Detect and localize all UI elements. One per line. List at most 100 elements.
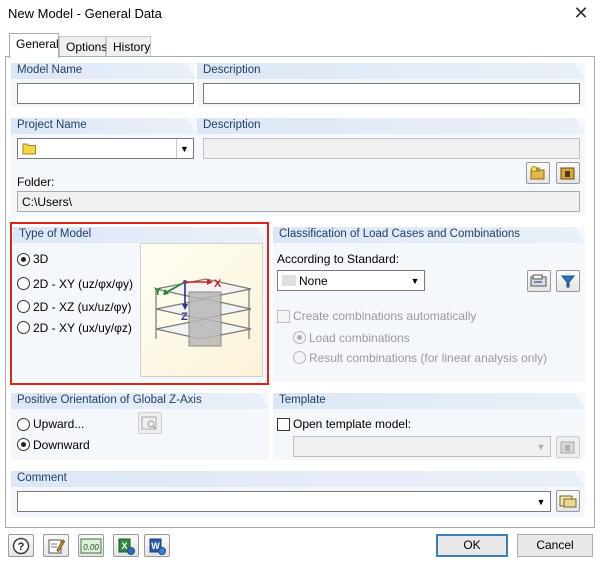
cancel-button[interactable]: Cancel [517,534,593,557]
filter-icon [560,275,576,288]
tab-general-label: General [16,37,59,51]
comment-browse-button[interactable] [556,490,580,512]
radio-2d-xy-ux-label: 2D - XY (ux/uy/φz) [33,321,132,335]
tab-history-label: History [113,40,151,54]
standard-settings-button[interactable] [527,270,551,292]
orientation-label: Positive Orientation of Global Z-Axis [17,394,202,406]
magnifier-icon [141,416,157,430]
create-combinations-checkbox[interactable] [277,310,290,323]
radio-2d-xy-uz-label: 2D - XY (uz/φx/φy) [33,277,134,291]
folder-path-value: C:\Users\ [22,195,73,209]
open-template-checkbox[interactable] [277,418,290,431]
radio-2d-xy-uz[interactable] [17,277,30,290]
window-title: New Model - General Data [8,6,162,21]
comment-label: Comment [17,472,67,484]
load-combinations-label: Load combinations [309,331,410,345]
excel-icon: X [118,538,135,555]
open-template-label: Open template model: [293,417,412,431]
standard-label: According to Standard: [277,252,400,266]
description-input[interactable] [203,83,580,104]
ok-label: OK [463,538,481,552]
svg-text:?: ? [18,541,25,553]
structure-3d-icon: X Y Z [154,278,252,347]
comment-browse-icon [559,495,577,508]
template-model-dropdown: ▼ [293,436,551,457]
help-icon: ? [12,537,30,554]
standard-flag-icon [282,275,296,286]
type-of-model-label: Type of Model [19,228,92,240]
axis-x-label: X [214,278,222,290]
folder-icon [22,143,36,155]
model-name-label: Model Name [17,64,83,76]
word-icon: W [149,538,166,555]
edit-button[interactable] [43,534,69,557]
result-combinations-label: Result combinations (for linear analysis… [309,351,548,365]
standard-settings-icon [530,274,547,287]
downward-label: Downward [33,438,90,452]
chevron-down-icon: ▼ [536,441,546,452]
radio-result-combinations[interactable] [293,351,306,364]
model-name-header: Model Name [11,63,196,79]
word-export-button[interactable]: W [144,534,170,557]
description-label: Description [203,64,261,76]
classification-label: Classification of Load Cases and Combina… [279,228,520,240]
radio-downward[interactable] [17,438,30,451]
orientation-details-button[interactable] [138,412,162,434]
tab-history[interactable]: History [106,36,151,57]
units-text: 0.00 [83,543,99,552]
filter-button[interactable] [556,270,580,292]
new-project-icon [530,166,545,180]
pencil-icon [48,538,65,553]
axis-y-label: Y [154,286,162,298]
project-name-dropdown[interactable]: ▼ [17,138,194,159]
folder-label: Folder: [17,175,55,189]
upward-label: Upward... [33,417,85,431]
template-browse-button [556,436,580,458]
folder-path-field: C:\Users\ [17,191,580,212]
classification-header: Classification of Load Cases and Combina… [273,227,585,243]
new-project-button[interactable] [526,162,550,184]
tab-options[interactable]: Options [59,36,108,57]
radio-2d-xy-ux[interactable] [17,321,30,334]
description-header: Description [197,63,585,79]
radio-2d-xz[interactable] [17,300,30,313]
chevron-down-icon[interactable]: ▼ [533,492,549,511]
radio-upward[interactable] [17,418,30,431]
units-icon: 0.00 [80,538,102,553]
project-name-label: Project Name [17,119,87,131]
standard-dropdown[interactable]: None ▼ [277,270,425,291]
model-name-input[interactable] [17,83,194,104]
create-combinations-label: Create combinations automatically [293,309,477,323]
orientation-header: Positive Orientation of Global Z-Axis [11,393,269,409]
template-label: Template [279,394,326,406]
tab-options-label: Options [66,40,108,54]
type-of-model-header: Type of Model [13,227,266,243]
radio-2d-xz-label: 2D - XZ (ux/uz/φy) [33,300,132,314]
project-name-header: Project Name [11,118,196,134]
cancel-label: Cancel [536,538,574,552]
project-description-header: Description [197,118,585,134]
tab-general[interactable]: General [9,33,59,58]
project-description-input [203,138,580,159]
chevron-down-icon[interactable]: ▼ [407,271,423,290]
manage-projects-icon [560,167,575,180]
radio-3d-label: 3D [33,252,49,266]
project-description-label: Description [203,119,261,131]
comment-dropdown[interactable]: ▼ [17,491,551,512]
radio-load-combinations[interactable] [293,331,306,344]
standard-value: None [299,274,328,288]
template-header: Template [273,393,585,409]
manage-projects-button[interactable] [556,162,580,184]
help-button[interactable]: ? [8,534,34,557]
ok-button[interactable]: OK [436,534,508,557]
template-browse-icon [560,441,575,454]
axis-z-label: Z [181,311,188,323]
svg-text:X: X [121,541,127,551]
title-bar: New Model - General Data ✕ [0,0,600,28]
units-button[interactable]: 0.00 [78,534,104,557]
radio-3d[interactable] [17,253,30,266]
model-type-preview: X Y Z [140,243,263,377]
close-icon[interactable]: ✕ [572,3,590,24]
excel-export-button[interactable]: X [113,534,139,557]
chevron-down-icon[interactable]: ▼ [176,139,192,158]
